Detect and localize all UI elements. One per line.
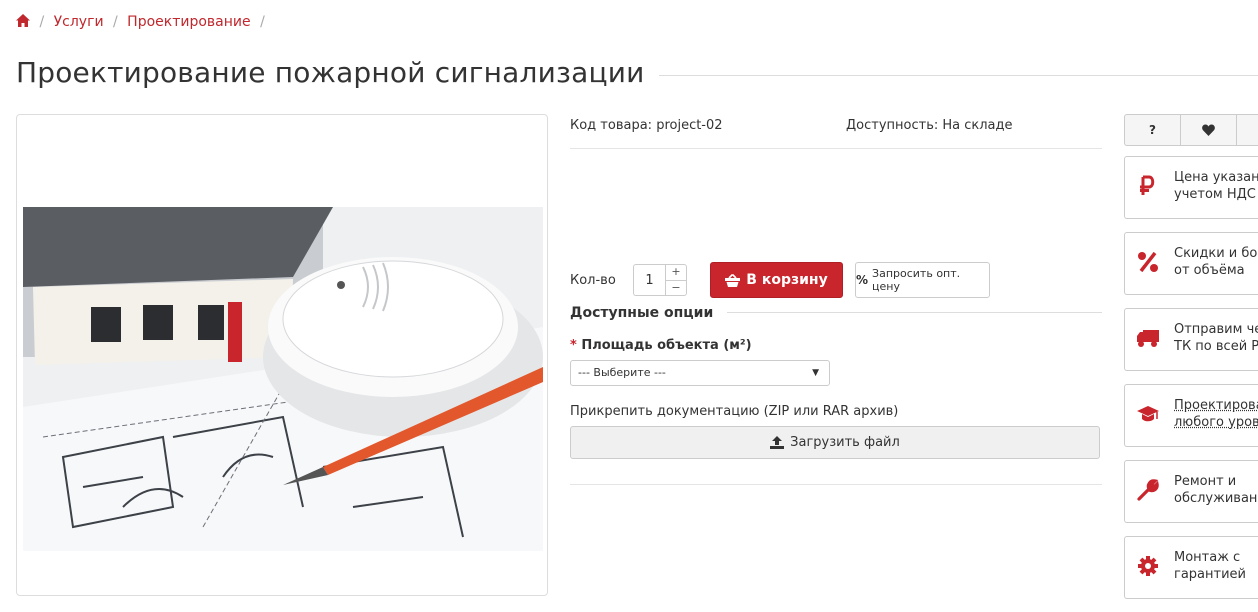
feature-design: Проектирование любого уровня	[1124, 384, 1258, 447]
ruble-icon	[1140, 175, 1155, 195]
feature-line: от объёма	[1174, 263, 1245, 278]
upload-icon	[770, 436, 785, 449]
feature-repair: Ремонт и обслуживание	[1124, 460, 1258, 523]
feature-line: Скидки и бонусы	[1174, 246, 1258, 261]
feature-line: ТК по всей РФ	[1174, 339, 1258, 354]
feature-installation-text: Монтаж с гарантией	[1174, 549, 1246, 583]
add-to-cart-label: В корзину	[746, 272, 828, 288]
caret-down-icon: ▼	[812, 368, 819, 378]
feature-line: Цена указана с	[1174, 170, 1258, 185]
product-info: Код товара: project-02 Доступность: На с…	[570, 110, 1102, 485]
feature-design-link[interactable]: Проектирование любого уровня	[1174, 397, 1258, 431]
area-label-text: Площадь объекта (м²)	[581, 338, 752, 353]
options-heading: Доступные опции	[570, 302, 1102, 321]
feature-discounts: Скидки и бонусы от объёма	[1124, 232, 1258, 295]
breadcrumb-services[interactable]: Услуги	[54, 14, 104, 30]
product-sku: Код товара: project-02	[570, 118, 723, 133]
percent-icon	[1138, 251, 1158, 273]
qty-increase-button[interactable]: +	[666, 265, 686, 280]
feature-line: Проектирование	[1174, 398, 1258, 413]
qty-decrease-button[interactable]: −	[666, 280, 686, 296]
truck-icon	[1137, 330, 1159, 347]
wrench-icon	[1137, 479, 1159, 501]
required-mark: *	[570, 338, 577, 353]
question-icon: ?	[1149, 123, 1156, 137]
feature-delivery-text: Отправим через ТК по всей РФ	[1174, 321, 1258, 355]
home-icon	[16, 14, 30, 27]
upload-file-button[interactable]: Загрузить файл	[570, 426, 1100, 459]
area-label: * Площадь объекта (м²)	[570, 338, 752, 353]
page-title: Проектирование пожарной сигнализации	[16, 56, 659, 89]
add-to-cart-row: Кол-во 1 + − В корзину % Запросить опт. …	[570, 262, 1102, 300]
feature-line: обслуживание	[1174, 491, 1258, 506]
feature-line: гарантией	[1174, 567, 1246, 582]
add-to-cart-button[interactable]: В корзину	[710, 262, 843, 298]
title-row: Проектирование пожарной сигнализации	[16, 56, 1258, 96]
wholesale-label: Запросить опт. цену	[872, 267, 961, 293]
upload-label: Загрузить файл	[790, 435, 900, 450]
percent-icon: %	[856, 273, 869, 287]
product-meta: Код товара: project-02 Доступность: На с…	[570, 110, 1102, 149]
feature-line: учетом НДС	[1174, 187, 1256, 202]
sidebar-tabs: ?	[1124, 114, 1258, 146]
breadcrumb-separator: /	[39, 14, 45, 30]
area-select-value: --- Выберите ---	[578, 366, 666, 379]
basket-icon	[725, 273, 741, 287]
feature-line: Ремонт и	[1174, 474, 1237, 489]
breadcrumb: / Услуги / Проектирование /	[16, 14, 270, 30]
feature-line: Отправим через	[1174, 322, 1258, 337]
options-title: Доступные опции	[570, 305, 728, 321]
breadcrumb-separator: /	[113, 14, 118, 30]
info-sidebar: ? Цена указана с учетом НДС Скидки и бон…	[1124, 114, 1258, 612]
product-image-box[interactable]	[16, 114, 548, 596]
feature-delivery: Отправим через ТК по всей РФ	[1124, 308, 1258, 371]
product-image[interactable]	[23, 207, 543, 551]
breadcrumb-separator: /	[260, 14, 265, 30]
feature-line: любого уровня	[1174, 415, 1258, 430]
tab-question[interactable]: ?	[1125, 115, 1181, 145]
request-wholesale-price-button[interactable]: % Запросить опт. цену	[855, 262, 990, 298]
qty-stepper: + −	[665, 264, 687, 296]
graduation-cap-icon	[1137, 406, 1159, 422]
breadcrumb-design[interactable]: Проектирование	[127, 14, 250, 30]
feature-vat-text: Цена указана с учетом НДС	[1174, 169, 1258, 203]
tab-wishlist[interactable]	[1181, 115, 1237, 145]
info-bottom-divider	[570, 484, 1102, 485]
area-select[interactable]: --- Выберите --- ▼	[570, 360, 830, 386]
feature-discounts-text: Скидки и бонусы от объёма	[1174, 245, 1258, 279]
feature-repair-text: Ремонт и обслуживание	[1174, 473, 1258, 507]
feature-installation: Монтаж с гарантией	[1124, 536, 1258, 599]
gear-icon	[1138, 556, 1158, 576]
feature-line: Монтаж с	[1174, 550, 1241, 565]
product-availability: Доступность: На складе	[846, 118, 1013, 133]
breadcrumb-home[interactable]	[16, 14, 34, 30]
heart-icon	[1202, 124, 1215, 136]
attach-label: Прикрепить документацию (ZIP или RAR арх…	[570, 404, 899, 419]
qty-label: Кол-во	[570, 273, 616, 288]
qty-input[interactable]: 1	[633, 264, 665, 296]
feature-vat: Цена указана с учетом НДС	[1124, 156, 1258, 219]
